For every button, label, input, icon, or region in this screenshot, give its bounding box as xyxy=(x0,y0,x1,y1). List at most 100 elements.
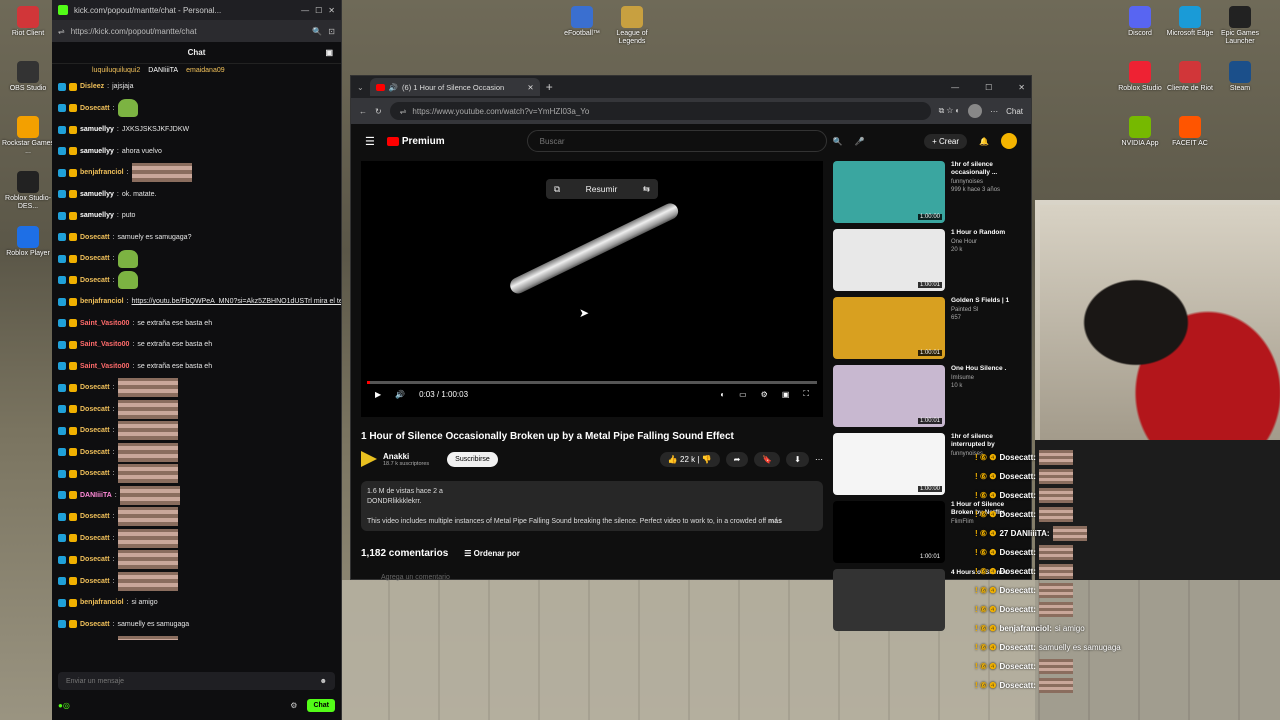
subscribe-button[interactable]: Suscribirse xyxy=(447,451,498,467)
desktop-icon[interactable]: Microsoft Edge xyxy=(1162,6,1218,38)
chat-username[interactable]: benjafranciol xyxy=(80,169,124,176)
chat-username[interactable]: Dosecatt xyxy=(80,449,110,456)
video-thumbnail[interactable] xyxy=(833,569,945,631)
chat-message[interactable]: DANIiiiTA: xyxy=(52,485,341,507)
show-more-link[interactable]: más xyxy=(768,518,782,525)
video-thumbnail[interactable]: 1:00:00 xyxy=(833,433,945,495)
chat-user-icons[interactable]: ●◎ xyxy=(58,701,70,710)
close-icon[interactable]: ✕ xyxy=(1018,83,1025,92)
channel-name[interactable]: Anakki xyxy=(383,452,429,461)
chat-username[interactable]: benjafranciol xyxy=(80,298,124,305)
desktop-icon[interactable]: Roblox Studio-DES... xyxy=(0,171,56,211)
chat-username[interactable]: Dosecatt xyxy=(80,621,110,628)
chat-username[interactable]: Dosecatt xyxy=(80,384,110,391)
chat-message[interactable]: Saint_Vasito00: se extraña ese basta eh xyxy=(52,313,341,335)
chat-message[interactable]: Dosecatt: xyxy=(52,528,341,550)
chat-username[interactable]: samuellyy xyxy=(80,126,114,133)
chat-username[interactable]: samuellyy xyxy=(80,212,114,219)
desktop-icon[interactable]: Epic Games Launcher xyxy=(1212,6,1268,46)
chat-username[interactable]: Dosecatt xyxy=(80,427,110,434)
recommended-video[interactable]: 1:00:01 1 Hour o Random One Hour 20 k xyxy=(833,229,1023,297)
chat-message[interactable]: Dosecatt: xyxy=(52,571,341,593)
chat-username[interactable]: Dosecatt xyxy=(80,255,110,262)
chat-username[interactable]: Dosecatt xyxy=(80,578,110,585)
chat-username[interactable]: Dosecatt xyxy=(80,406,110,413)
youtube-logo[interactable]: Premium xyxy=(386,136,445,147)
chat-username[interactable]: Saint_Vasito00 xyxy=(80,341,129,348)
download-icon[interactable]: ⬇ xyxy=(786,451,809,467)
search-input[interactable]: Buscar xyxy=(526,130,827,152)
video-thumbnail[interactable]: 1:00:01 xyxy=(833,365,945,427)
new-tab-icon[interactable]: + xyxy=(546,80,553,94)
search-icon[interactable]: 🔍 xyxy=(833,137,843,146)
close-icon[interactable]: ✕ xyxy=(328,6,335,15)
summarize-button[interactable]: ⧉ Resumir ⇆ xyxy=(546,179,658,199)
copilot-chat-button[interactable]: Chat xyxy=(1006,107,1023,116)
chat-username[interactable]: samuellyy xyxy=(80,191,114,198)
chat-message[interactable]: benjafranciol: https://youtu.be/FbQWPeA_M… xyxy=(52,291,341,313)
minimize-icon[interactable]: — xyxy=(951,83,959,92)
save-icon[interactable]: 🔖 xyxy=(754,451,781,467)
back-icon[interactable]: ← xyxy=(359,107,367,116)
extensions-icon[interactable]: ⧉ ☆ ◐ xyxy=(939,106,961,116)
chat-message[interactable]: Dosecatt: samuely es samugaga? xyxy=(52,227,341,249)
microphone-icon[interactable]: 🎤 xyxy=(855,137,865,146)
hamburger-menu-icon[interactable]: ☰ xyxy=(365,135,375,148)
recommended-video[interactable]: 1:00:01 Golden S Fields | 1 Painted Sl 657 xyxy=(833,297,1023,365)
video-player[interactable]: ⧉ Resumir ⇆ ➤ ▶ 🔊 0:03 / 1:00:03 ◐ ▭ ⚙ ▣… xyxy=(361,161,823,417)
chat-message[interactable]: samuellyy: ok. matate. xyxy=(52,184,341,206)
chat-message[interactable]: Dosecatt: xyxy=(52,420,341,442)
recommended-title[interactable]: 1hr of silence interrupted by xyxy=(951,433,1023,449)
desktop-icon[interactable]: FACEIT AC xyxy=(1162,116,1218,148)
chat-window-titlebar[interactable]: kick.com/popout/mantte/chat - Personal..… xyxy=(52,0,341,20)
chat-message[interactable]: Dosecatt: xyxy=(52,635,341,640)
chat-username[interactable]: Dosecatt xyxy=(80,535,110,542)
chat-username[interactable]: benjafranciol xyxy=(80,599,124,606)
chat-message[interactable]: Dosecatt: xyxy=(52,442,341,464)
chat-message[interactable]: benjafranciol: si amigo xyxy=(52,592,341,614)
site-info-icon[interactable]: ⇌ xyxy=(400,107,407,116)
chat-message[interactable]: Saint_Vasito00: se extraña ese basta eh xyxy=(52,334,341,356)
chat-message[interactable]: Dosecatt: xyxy=(52,549,341,571)
chat-message[interactable]: Dosecatt: xyxy=(52,98,341,120)
volume-icon[interactable]: 🔊 xyxy=(395,390,405,399)
channel-avatar[interactable] xyxy=(361,451,377,467)
desktop-icon[interactable]: Roblox Player xyxy=(0,226,56,258)
chat-message[interactable]: samuellyy: ahora vuelvo xyxy=(52,141,341,163)
chat-username[interactable]: Dosecatt xyxy=(80,470,110,477)
chat-username[interactable]: Saint_Vasito00 xyxy=(80,320,129,327)
maximize-icon[interactable]: ☐ xyxy=(315,6,322,15)
minimize-icon[interactable]: — xyxy=(301,6,309,15)
video-thumbnail[interactable]: 1:00:01 xyxy=(833,501,945,563)
site-info-icon[interactable]: ⇌ xyxy=(58,27,65,36)
desktop-icon[interactable]: OBS Studio xyxy=(0,61,56,93)
desktop-icon[interactable]: NVIDIA App xyxy=(1112,116,1168,148)
captions-icon[interactable]: ▭ xyxy=(739,390,747,399)
chat-send-button[interactable]: Chat xyxy=(307,698,335,712)
chat-username[interactable]: Saint_Vasito00 xyxy=(80,363,129,370)
chat-username[interactable]: Dosecatt xyxy=(80,277,110,284)
recommended-video[interactable]: 1:00:00 1hr of silence occasionally ... fu… xyxy=(833,161,1023,229)
fullscreen-icon[interactable]: ⛶ xyxy=(803,389,809,399)
miniplayer-icon[interactable]: ▣ xyxy=(782,390,790,399)
chat-message[interactable]: Dosecatt: xyxy=(52,270,341,292)
chat-username[interactable]: Dosecatt xyxy=(80,234,110,241)
profile-avatar[interactable] xyxy=(968,104,983,118)
chat-username[interactable]: Dosecatt xyxy=(80,105,110,112)
video-thumbnail[interactable]: 1:00:01 xyxy=(833,297,945,359)
chat-message[interactable]: benjafranciol: xyxy=(52,162,341,184)
desktop-icon[interactable]: Steam xyxy=(1212,61,1268,93)
chat-message[interactable]: Dosecatt: xyxy=(52,377,341,399)
desktop-icon[interactable]: eFootball™ xyxy=(554,6,610,38)
chat-message[interactable]: samuellyy: JXKSJSKSJKFJDKW xyxy=(52,119,341,141)
chat-message[interactable]: Dosecatt: xyxy=(52,506,341,528)
translate-icon[interactable]: ⇆ xyxy=(643,184,650,195)
sort-comments-button[interactable]: ☰ Ordenar por xyxy=(464,549,520,558)
reload-icon[interactable]: ↻ xyxy=(375,107,382,116)
tab-youtube[interactable]: 🔊 (6) 1 Hour of Silence Occasion ✕ xyxy=(369,78,540,96)
like-button[interactable]: 👍 22 k | 👎 xyxy=(659,451,720,467)
autoplay-toggle[interactable]: ◐ xyxy=(720,390,725,399)
chat-url-bar[interactable]: ⇌ https://kick.com/popout/mantte/chat 🔍 … xyxy=(52,20,341,42)
chat-users-icon[interactable]: ▣ xyxy=(325,48,333,57)
chat-message[interactable]: Dosecatt: xyxy=(52,248,341,270)
